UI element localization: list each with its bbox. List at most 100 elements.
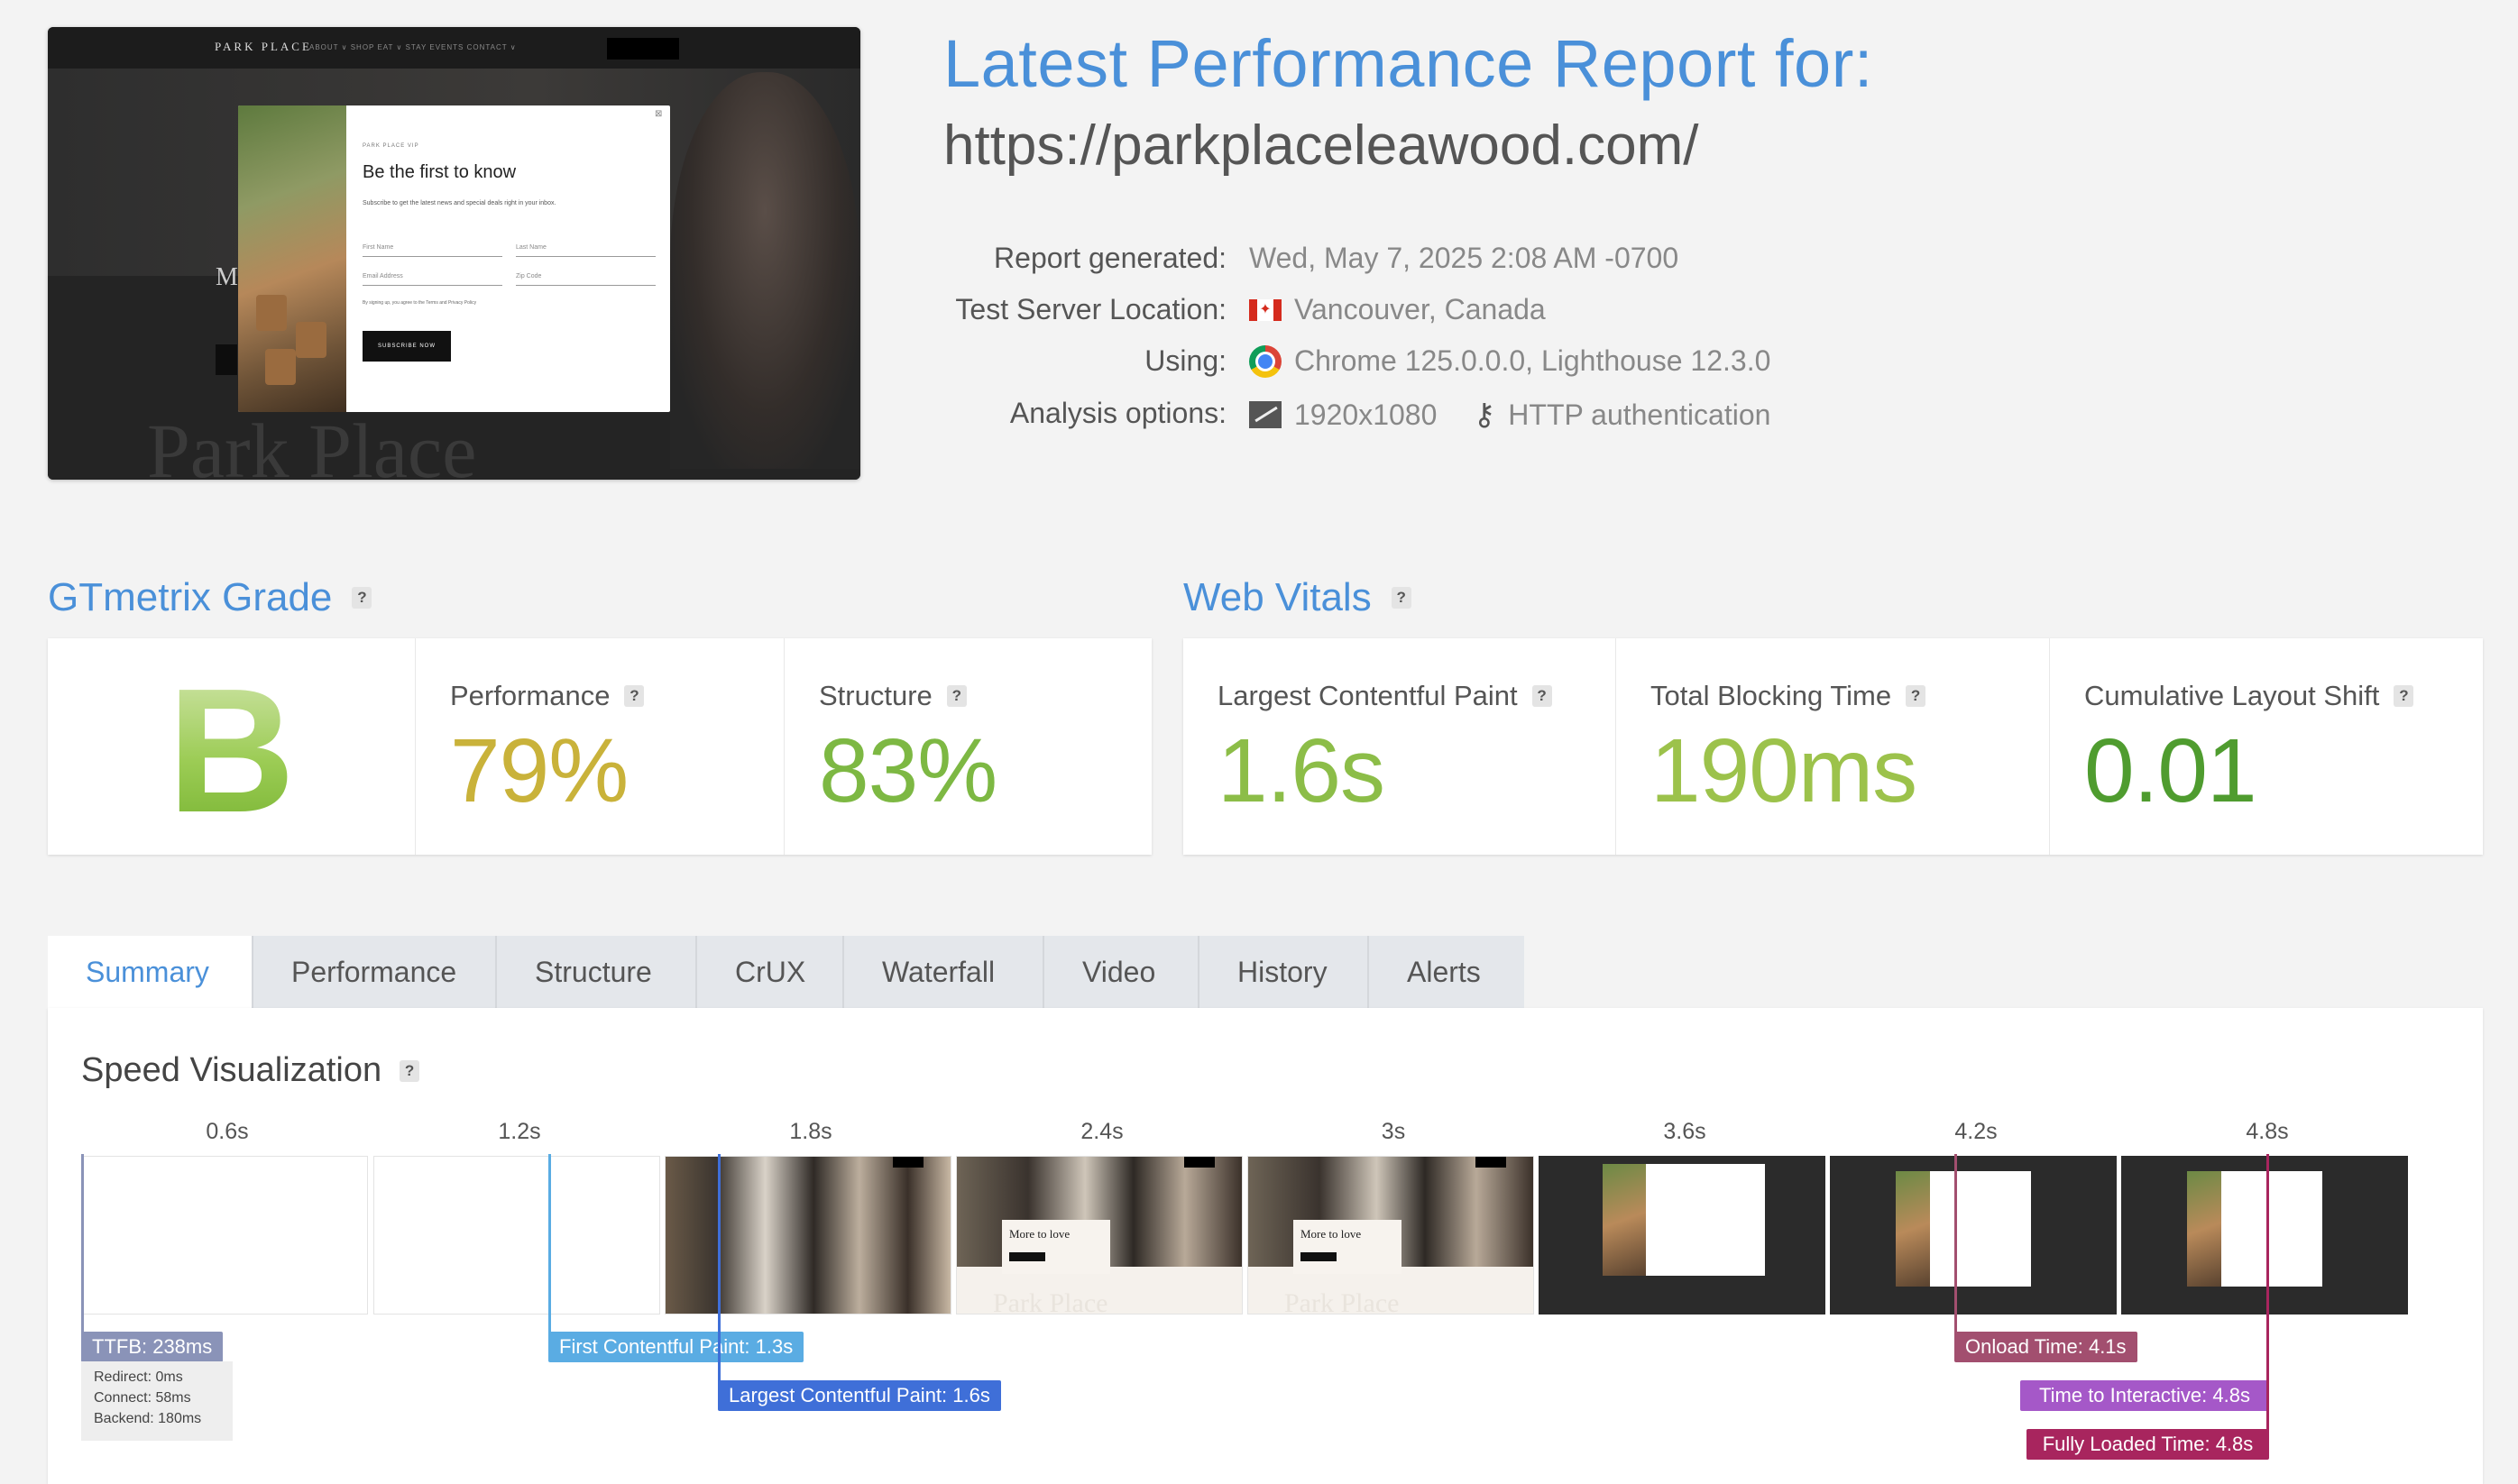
ttfb-redirect: Redirect: 0ms	[94, 1369, 183, 1385]
help-icon[interactable]: ?	[1531, 685, 1552, 707]
cls-cell: Cumulative Layout Shift ? 0.01	[2050, 638, 2483, 855]
ttfb-marker-line	[81, 1154, 84, 1343]
frame-time-label: 4.2s	[1954, 1119, 1998, 1144]
tbt-value: 190ms	[1650, 720, 1917, 821]
frame-popup-photo	[1603, 1164, 1646, 1276]
report-title: Latest Performance Report for:	[943, 26, 1873, 101]
popup-title: Be the first to know	[363, 162, 517, 182]
tab-video[interactable]: Video	[1044, 936, 1199, 1008]
filmstrip-frame[interactable]: More to love Park Place	[1247, 1156, 1534, 1315]
structure-score: 83%	[819, 720, 997, 821]
http-auth-option: HTTP authentication	[1508, 398, 1771, 431]
tab-waterfall[interactable]: Waterfall	[844, 936, 1044, 1008]
onload-marker-line	[1954, 1154, 1957, 1343]
grade-letter: B	[48, 649, 415, 852]
report-url[interactable]: https://parkplaceleawood.com/	[943, 114, 1698, 178]
tab-performance[interactable]: Performance	[253, 936, 497, 1008]
lcp-label: Largest Contentful Paint	[1218, 680, 1518, 711]
thumbnail-nav-button	[607, 38, 679, 60]
filmstrip-frame[interactable]	[665, 1156, 951, 1315]
thumbnail-hero-text: M	[216, 263, 238, 291]
ttfb-marker[interactable]: TTFB: 238ms	[81, 1332, 224, 1362]
tti-marker[interactable]: Time to Interactive: 4.8s	[2020, 1380, 2269, 1411]
cls-label-row: Cumulative Layout Shift ?	[2084, 680, 2414, 712]
thumbnail-hero-button	[216, 344, 237, 375]
tbt-label: Total Blocking Time	[1650, 680, 1892, 711]
popup-last-name-field: Last Name	[516, 244, 656, 257]
thumbnail-brand: PARK PLACE	[215, 40, 312, 53]
frame-watermark: Park Place	[1284, 1288, 1400, 1315]
frame-hero-text: More to love	[1009, 1227, 1071, 1241]
lcp-marker-line	[718, 1154, 721, 1392]
web-vitals-panel: Largest Contentful Paint ? 1.6s Total Bl…	[1183, 638, 2483, 855]
frame-time-label: 4.8s	[2246, 1119, 2289, 1144]
tab-crux[interactable]: CrUX	[697, 936, 844, 1008]
lcp-value: 1.6s	[1218, 720, 1385, 821]
ttfb-backend: Backend: 180ms	[94, 1411, 202, 1426]
frame-time-label: 1.8s	[789, 1119, 832, 1144]
popup-first-name-field: First Name	[363, 244, 502, 257]
thumbnail-person-photo	[670, 72, 859, 469]
frame-hero-card: More to love	[1002, 1220, 1110, 1274]
popup-zip-field: Zip Code	[516, 273, 656, 286]
speed-visualization-title: Speed Visualization	[81, 1051, 382, 1089]
fcp-marker-line	[548, 1154, 551, 1343]
tbt-label-row: Total Blocking Time ?	[1650, 680, 1926, 712]
meta-value-report-generated: Wed, May 7, 2025 2:08 AM -0700	[1249, 242, 1678, 275]
lcp-marker[interactable]: Largest Contentful Paint: 1.6s	[718, 1380, 1001, 1411]
frame-popup-photo	[2187, 1171, 2221, 1287]
frame-time-label: 1.2s	[498, 1119, 541, 1144]
frame-popup-photo	[1896, 1171, 1930, 1287]
web-vitals-heading: Web Vitals ?	[1183, 575, 1411, 620]
onload-marker[interactable]: Onload Time: 4.1s	[1954, 1332, 2137, 1362]
meta-label-analysis-options: Analysis options:	[1009, 397, 1227, 429]
frame-hero-text: More to love	[1300, 1227, 1362, 1241]
meta-value-using: Chrome 125.0.0.0, Lighthouse 12.3.0	[1249, 344, 1770, 378]
filmstrip-frame[interactable]	[373, 1156, 660, 1315]
help-icon[interactable]: ?	[1906, 685, 1926, 707]
filmstrip-frame[interactable]	[2121, 1156, 2408, 1315]
browser-version: Chrome 125.0.0.0, Lighthouse 12.3.0	[1294, 344, 1771, 377]
filmstrip-frame[interactable]	[1539, 1156, 1825, 1315]
report-tabs: Summary Performance Structure CrUX Water…	[48, 936, 1524, 1008]
help-icon[interactable]: ?	[2394, 685, 2414, 707]
filmstrip-frame[interactable]: More to love Park Place	[956, 1156, 1243, 1315]
chrome-icon	[1249, 344, 1282, 378]
help-icon[interactable]: ?	[624, 685, 645, 707]
frame-time-label: 2.4s	[1080, 1119, 1124, 1144]
popup-subscribe-button: SUBSCRIBE NOW	[363, 331, 451, 362]
popup-email-field: Email Address	[363, 273, 502, 286]
performance-cell: Performance ? 79%	[416, 638, 785, 855]
tab-summary[interactable]: Summary	[48, 936, 253, 1008]
filmstrip-frame[interactable]	[1830, 1156, 2117, 1315]
performance-label: Performance	[450, 680, 611, 711]
help-icon[interactable]: ?	[1391, 587, 1411, 609]
tbt-cell: Total Blocking Time ? 190ms	[1616, 638, 2050, 855]
fcp-marker[interactable]: First Contentful Paint: 1.3s	[548, 1332, 804, 1362]
help-icon[interactable]: ?	[946, 685, 967, 707]
structure-label-row: Structure ?	[819, 680, 967, 712]
tab-structure[interactable]: Structure	[497, 936, 697, 1008]
frame-time-label: 0.6s	[206, 1119, 249, 1144]
meta-value-server-location: ✦ Vancouver, Canada	[1249, 293, 1546, 326]
help-icon[interactable]: ?	[400, 1059, 420, 1082]
resolution-option: 1920x1080	[1294, 398, 1438, 431]
popup-subtitle: Subscribe to get the latest news and spe…	[363, 200, 556, 206]
structure-label: Structure	[819, 680, 933, 711]
thumbnail-signup-popup: ⊠ PARK PLACE VIP Be the first to know Su…	[238, 105, 670, 412]
frame-time-label: 3s	[1381, 1119, 1406, 1144]
structure-cell: Structure ? 83%	[785, 638, 1152, 855]
thumbnail-nav-links: ABOUT ∨ SHOP EAT ∨ STAY EVENTS CONTACT ∨	[309, 43, 517, 51]
speed-visualization-heading: Speed Visualization ?	[81, 1051, 420, 1090]
grade-cell: B	[48, 638, 416, 855]
frame-nav-block	[893, 1157, 924, 1168]
gtmetrix-grade-heading: GTmetrix Grade ?	[48, 575, 372, 620]
help-icon[interactable]: ?	[352, 587, 372, 609]
tab-history[interactable]: History	[1199, 936, 1369, 1008]
meta-value-analysis-options: 1920x1080 ⚷ HTTP authentication	[1249, 397, 1770, 433]
tab-alerts[interactable]: Alerts	[1369, 936, 1524, 1008]
filmstrip-frame[interactable]	[81, 1156, 368, 1315]
frame-nav-block	[1184, 1157, 1215, 1168]
fully-loaded-marker[interactable]: Fully Loaded Time: 4.8s	[2026, 1429, 2269, 1460]
canada-flag-icon: ✦	[1249, 298, 1282, 321]
